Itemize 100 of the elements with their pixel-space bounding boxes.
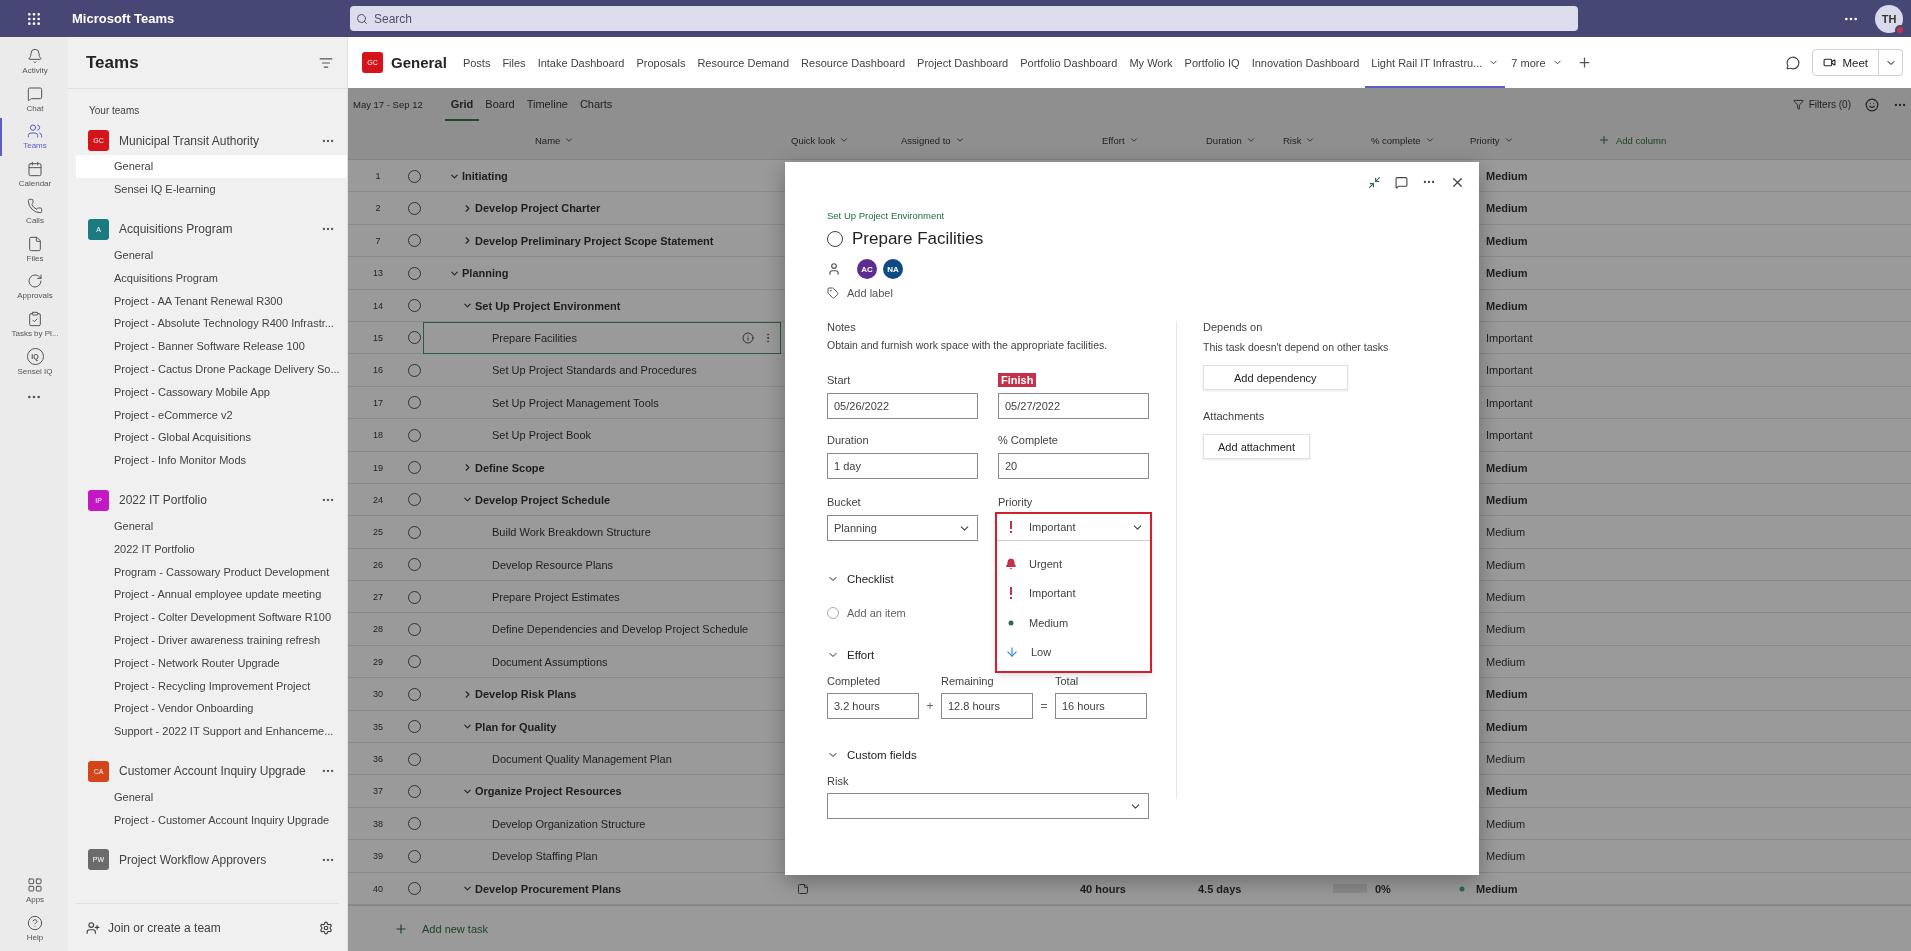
task-name[interactable]: Organize Project Resources	[475, 785, 622, 798]
name-cell[interactable]: Define Scope	[423, 451, 781, 484]
task-name[interactable]: Document Assumptions	[492, 655, 608, 668]
bucket-dropdown[interactable]: Planning	[827, 515, 978, 541]
priority-option[interactable]: Urgent	[997, 549, 1150, 579]
checklist-toggle[interactable]: Checklist	[827, 573, 894, 585]
task-name[interactable]: Develop Preliminary Project Scope Statement	[475, 234, 714, 247]
app-launcher-icon[interactable]	[26, 10, 42, 27]
task-name[interactable]: Define Dependencies and Develop Project Schedule	[492, 623, 749, 636]
task-name[interactable]: Build Work Breakdown Structure	[492, 526, 651, 539]
date-field[interactable]: 05/27/2022	[998, 393, 1149, 419]
task-name[interactable]: Develop Risk Plans	[475, 688, 577, 701]
channel-item[interactable]: Project - Cassowary Mobile App	[76, 380, 347, 404]
join-team-link[interactable]: Join or create a team	[108, 920, 311, 935]
filters-button[interactable]: Filters (0)	[1792, 99, 1851, 110]
risk-dropdown[interactable]	[827, 793, 1149, 819]
task-name[interactable]: Define Scope	[475, 461, 545, 474]
parent-task-link[interactable]: Set Up Project Environment	[827, 210, 945, 221]
emoji-icon[interactable]	[1865, 97, 1879, 112]
channel-item[interactable]: General	[76, 243, 347, 267]
add-column-button[interactable]: Add column	[1588, 134, 1911, 146]
name-cell[interactable]: Document Quality Management Plan	[423, 743, 781, 776]
channel-item[interactable]: Project - AA Tenant Renewal R300	[76, 289, 347, 312]
task-name[interactable]: Develop Organization Structure	[492, 817, 646, 830]
channel-item[interactable]: Project - Global Acquisitions	[76, 425, 347, 449]
input-field[interactable]: 20	[998, 453, 1149, 479]
task-name[interactable]: Prepare Project Estimates	[492, 591, 620, 604]
task-name[interactable]: Initiating	[462, 170, 508, 182]
assignee-avatar[interactable]: AC	[857, 259, 877, 279]
channel-tab[interactable]: Innovation Dashboard	[1245, 37, 1366, 88]
name-cell[interactable]: Plan for Quality	[423, 710, 781, 743]
add-item-field[interactable]: Add an item	[847, 607, 906, 619]
name-cell[interactable]: Set Up Project Environment	[423, 289, 781, 322]
name-cell[interactable]: Set Up Project Standards and Procedures	[423, 354, 781, 387]
channel-tab[interactable]: My Work	[1123, 37, 1179, 88]
channel-item[interactable]: Project - Customer Account Inquiry Upgrade	[76, 808, 347, 832]
collapse-icon[interactable]	[1368, 175, 1381, 189]
task-name[interactable]: Prepare Facilities	[492, 331, 577, 344]
name-cell[interactable]: Set Up Project Book	[423, 419, 781, 452]
view-tab[interactable]: Charts	[573, 88, 619, 121]
name-cell[interactable]: Build Work Breakdown Structure	[423, 516, 781, 549]
name-cell[interactable]: Develop Staffing Plan	[423, 840, 781, 873]
assign-icon[interactable]	[827, 262, 841, 276]
channel-tab[interactable]: Proposals	[630, 37, 692, 88]
channel-item[interactable]: Project - Network Router Upgrade	[76, 651, 347, 675]
task-name[interactable]: Set Up Project Book	[492, 429, 592, 442]
task-name[interactable]: Develop Project Schedule	[475, 493, 611, 506]
channel-item[interactable]: Project - Colter Development Software R100	[76, 605, 347, 629]
custom-fields-toggle[interactable]: Custom fields	[827, 749, 917, 761]
channel-item[interactable]: Sensei IQ E-learning	[76, 177, 347, 201]
name-cell[interactable]: Prepare Project Estimates	[423, 581, 781, 614]
comment-icon[interactable]	[1395, 175, 1408, 189]
rail-item[interactable]: Help	[0, 909, 68, 947]
search-field[interactable]: Search	[350, 6, 1578, 31]
view-tab[interactable]: Timeline	[520, 88, 574, 121]
filter-icon[interactable]	[319, 55, 333, 70]
name-cell[interactable]: Develop Resource Plans	[423, 548, 781, 581]
input-field[interactable]: 12.8 hours	[941, 693, 1033, 719]
column-header[interactable]: Duration	[1206, 134, 1283, 146]
priority-option[interactable]: Low	[997, 637, 1150, 667]
column-header[interactable]: Effort	[1102, 134, 1206, 146]
user-avatar[interactable]: TH	[1875, 4, 1903, 33]
task-name[interactable]: Document Quality Management Plan	[492, 753, 672, 766]
channel-item[interactable]: Project - Recycling Improvement Project	[76, 674, 347, 697]
column-header[interactable]: Quick look	[791, 134, 901, 146]
name-cell[interactable]: Set Up Project Management Tools	[423, 386, 781, 419]
name-cell[interactable]: Document Assumptions	[423, 645, 781, 678]
task-name[interactable]: Develop Project Charter	[475, 202, 601, 215]
channel-item[interactable]: Support - 2022 IT Support and Enhanceme...	[76, 719, 347, 743]
task-name[interactable]: Plan for Quality	[475, 720, 557, 733]
name-cell[interactable]: Develop Preliminary Project Scope Statement	[423, 224, 781, 257]
channel-item[interactable]: General	[76, 514, 347, 538]
task-name[interactable]: Develop Resource Plans	[492, 558, 614, 571]
rail-item[interactable]: Chat	[0, 80, 68, 118]
column-header[interactable]: Assigned to	[901, 134, 1102, 146]
channel-tab[interactable]: Intake Dashboard	[531, 37, 631, 88]
add-attachment-button[interactable]: Add attachment	[1203, 434, 1311, 459]
channel-item[interactable]: Project - Driver awareness training refresh	[76, 628, 347, 652]
channel-tab[interactable]: Resource Dashboard	[795, 37, 912, 88]
rail-item[interactable]: Approvals	[0, 268, 68, 306]
rail-item[interactable]: Calendar	[0, 155, 68, 193]
channel-item[interactable]: General	[76, 785, 347, 809]
name-cell[interactable]: Initiating	[423, 160, 781, 192]
channel-item[interactable]: Project - Info Monitor Mods	[76, 448, 347, 472]
channel-tab[interactable]: Files	[496, 37, 532, 88]
rail-item[interactable]: Files	[0, 230, 68, 268]
channel-tab[interactable]: Posts	[456, 37, 497, 88]
name-cell[interactable]: Develop Procurement Plans	[423, 872, 781, 905]
name-cell[interactable]: Develop Organization Structure	[423, 807, 781, 840]
effort-toggle[interactable]: Effort	[827, 649, 875, 661]
add-dependency-button[interactable]: Add dependency	[1203, 365, 1348, 390]
name-cell[interactable]: Define Dependencies and Develop Project Schedule	[423, 613, 781, 646]
channel-item[interactable]: Acquisitions Program	[76, 266, 347, 290]
column-header[interactable]: Priority	[1470, 134, 1588, 146]
name-cell[interactable]: Organize Project Resources	[423, 775, 781, 808]
channel-item[interactable]: Project - eCommerce v2	[76, 403, 347, 426]
channel-item[interactable]: Project - Annual employee update meeting	[76, 582, 347, 606]
rail-item[interactable]: Apps	[0, 872, 68, 910]
channel-item[interactable]: Project - Banner Software Release 100	[76, 334, 347, 358]
task-name[interactable]: Planning	[462, 267, 509, 280]
